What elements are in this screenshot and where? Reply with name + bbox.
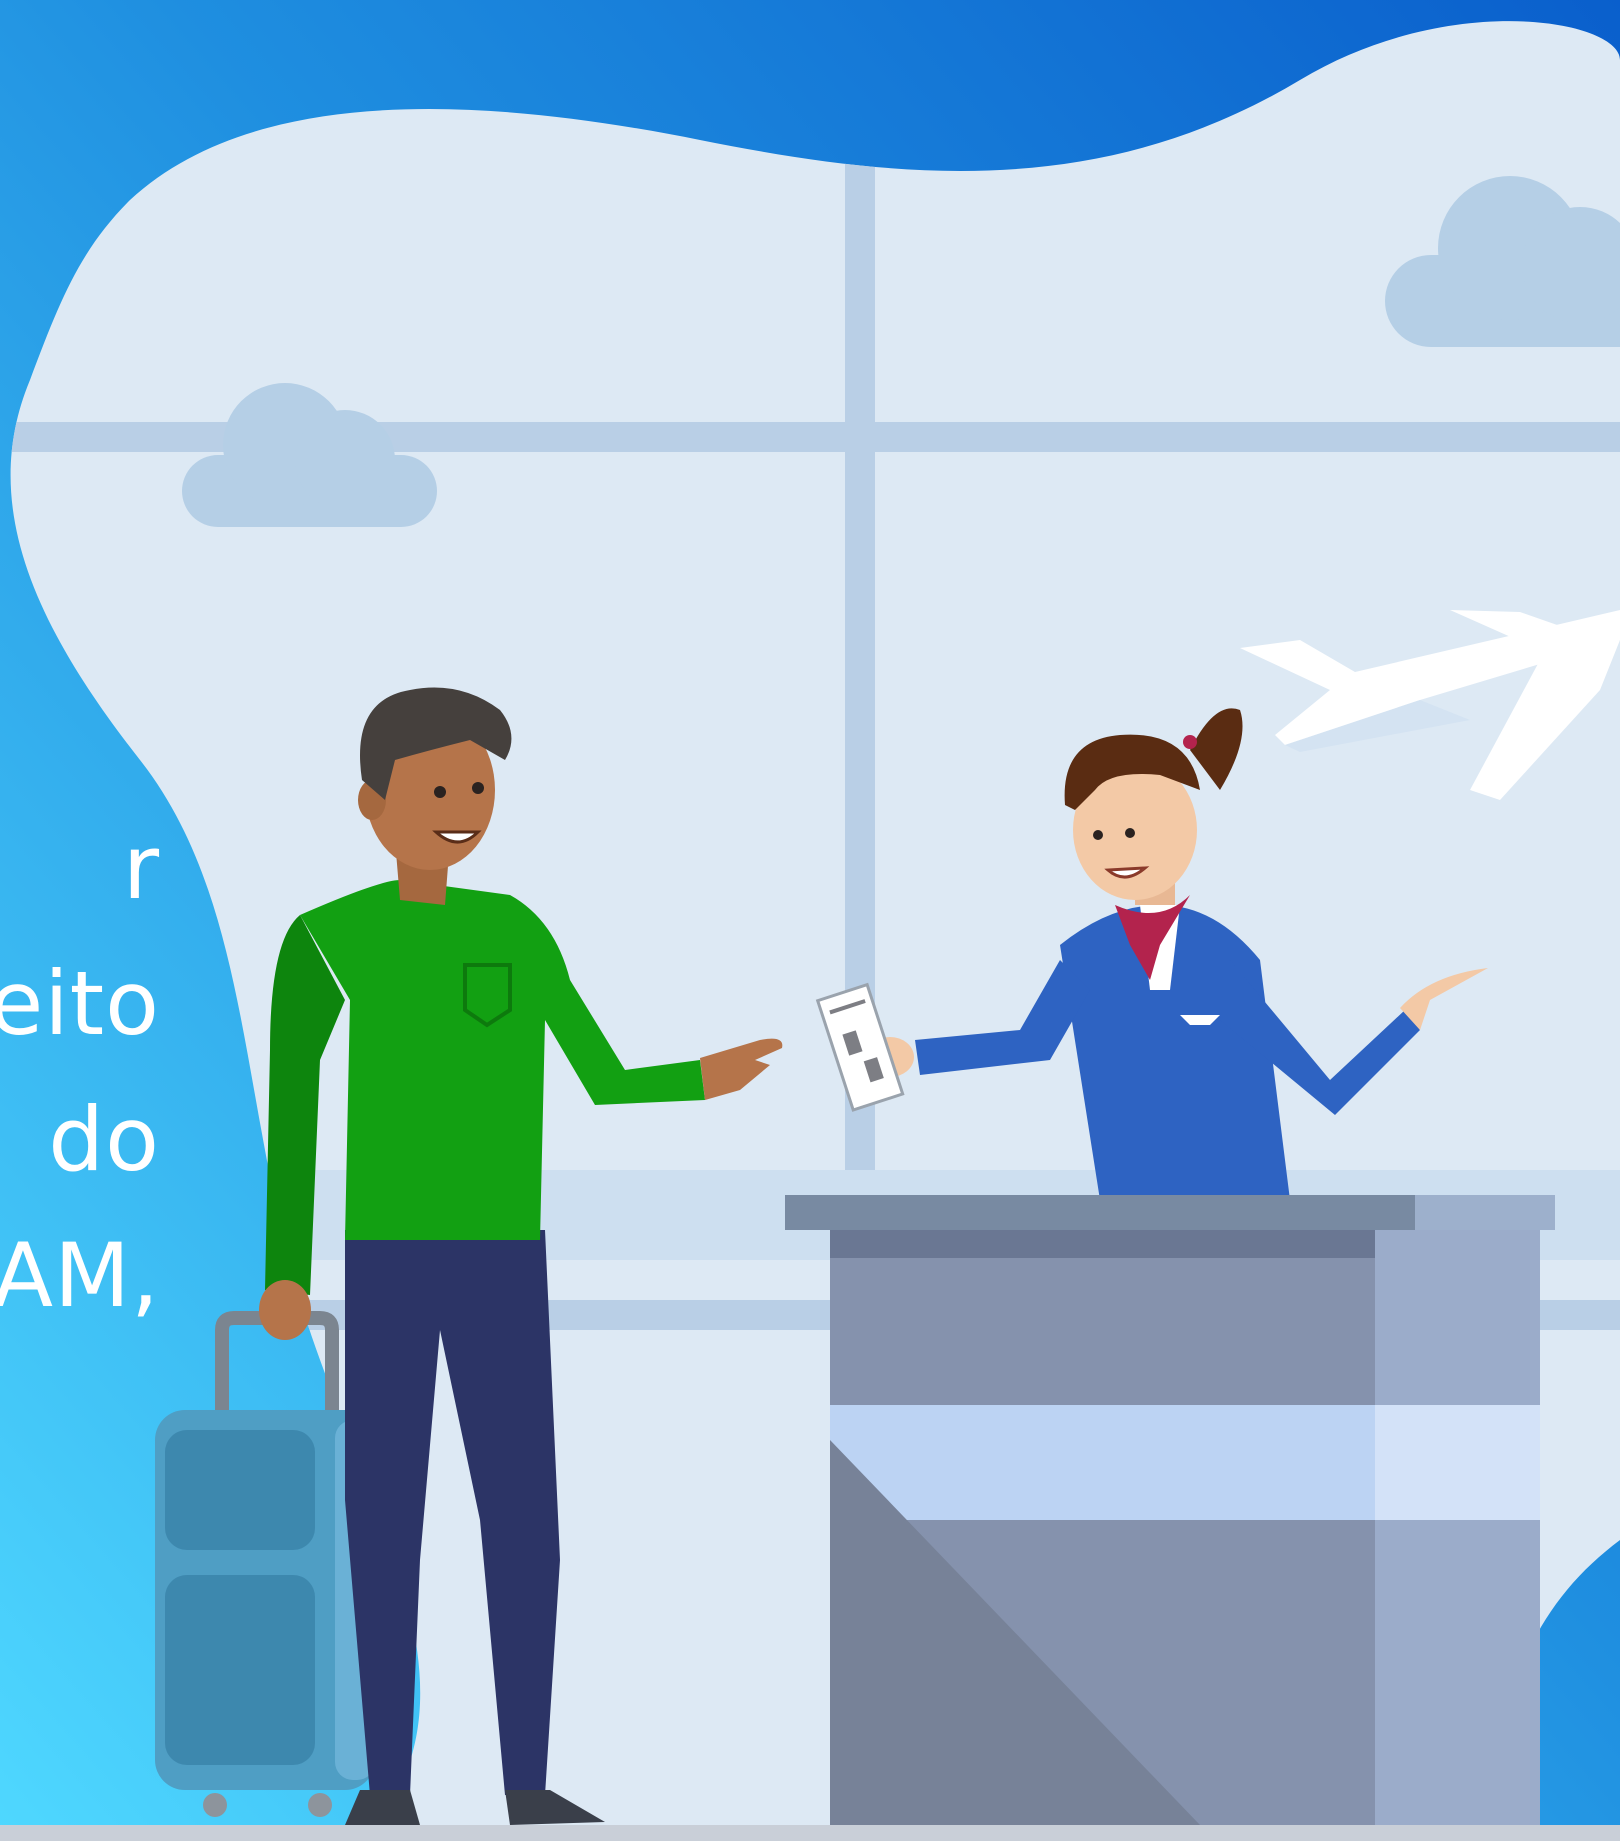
promo-line: do — [48, 1088, 160, 1191]
promo-line: r — [122, 816, 160, 919]
illustration-canvas — [0, 0, 1620, 1841]
checkin-counter — [785, 1195, 1555, 1825]
suitcase-icon — [155, 1410, 375, 1817]
promo-text: r eito do AM, — [0, 800, 160, 1344]
promo-line: AM, — [0, 1224, 160, 1327]
checkin-illustration: r eito do AM, — [0, 0, 1620, 1841]
promo-line: eito — [0, 952, 160, 1055]
counter-band — [830, 1405, 1375, 1520]
floor — [0, 1825, 1620, 1841]
hand — [259, 1280, 311, 1340]
